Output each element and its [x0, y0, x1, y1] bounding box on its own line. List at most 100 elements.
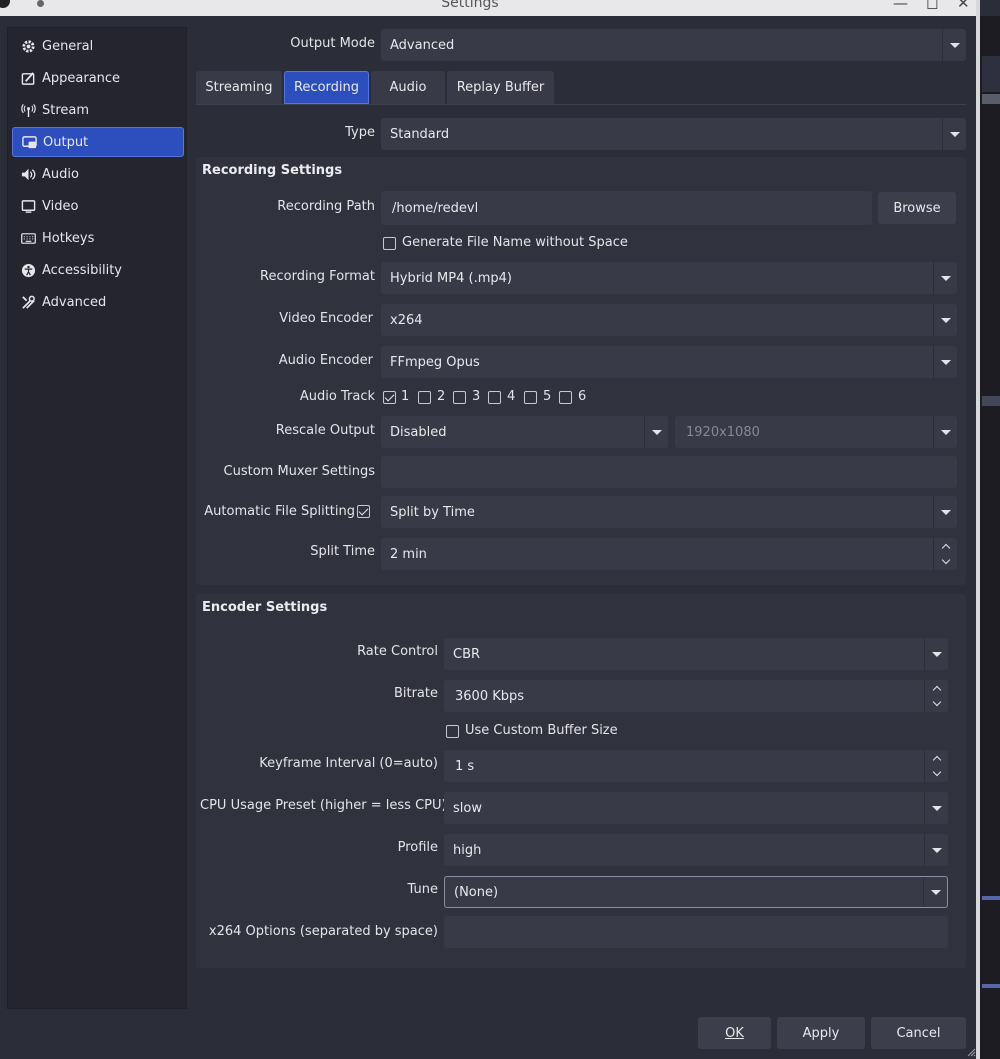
- recording-format-select[interactable]: Hybrid MP4 (.mp4): [381, 262, 957, 294]
- split-time-spinbox[interactable]: 2 min: [381, 538, 957, 570]
- generate-filename-label: Generate File Name without Space: [402, 235, 628, 250]
- audio-track-5-checkbox[interactable]: [524, 391, 537, 404]
- rescale-output-select[interactable]: Disabled: [381, 416, 668, 448]
- chevron-down-icon: [942, 29, 966, 61]
- chevron-down-icon: [924, 792, 948, 824]
- sidebar-item-stream[interactable]: Stream: [12, 95, 184, 125]
- chevron-down-icon: [933, 496, 957, 528]
- chevron-down-icon: [933, 262, 957, 294]
- audio-track-3-checkbox[interactable]: [453, 391, 466, 404]
- type-label: Type: [345, 125, 375, 140]
- tab-divider: [196, 104, 966, 105]
- recording-format-value: Hybrid MP4 (.mp4): [390, 270, 512, 286]
- bitrate-value: 3600 Kbps: [455, 688, 525, 704]
- split-mode-value: Split by Time: [390, 504, 475, 520]
- generate-filename-checkbox[interactable]: [383, 237, 396, 250]
- chevron-down-icon: [924, 638, 948, 670]
- bitrate-label: Bitrate: [393, 686, 438, 701]
- chevron-up-icon[interactable]: [934, 538, 957, 554]
- audio-track-2-checkbox[interactable]: [418, 391, 431, 404]
- apply-button[interactable]: Apply: [777, 1017, 865, 1049]
- file-splitting-checkbox[interactable]: [357, 505, 370, 518]
- profile-value: high: [453, 842, 482, 858]
- speaker-icon: [20, 166, 36, 182]
- profile-select[interactable]: high: [444, 834, 948, 866]
- tools-icon: [20, 294, 36, 310]
- cpu-preset-select[interactable]: slow: [444, 792, 948, 824]
- bitrate-spinbox[interactable]: 3600 Kbps: [444, 680, 948, 712]
- appearance-icon: [20, 70, 36, 86]
- cancel-button[interactable]: Cancel: [871, 1017, 966, 1049]
- tune-select[interactable]: (None): [444, 876, 948, 908]
- audio-track-6-checkbox[interactable]: [559, 391, 572, 404]
- output-mode-select[interactable]: Advanced: [381, 29, 966, 61]
- close-icon[interactable]: ✕: [957, 0, 970, 12]
- output-mode-label: Output Mode: [290, 36, 375, 51]
- audio-track-4-checkbox[interactable]: [488, 391, 501, 404]
- resize-grip-icon[interactable]: [966, 1047, 976, 1057]
- audio-track-label: Audio Track: [299, 389, 375, 404]
- sidebar-item-advanced[interactable]: Advanced: [12, 287, 184, 317]
- audio-encoder-select[interactable]: FFmpeg Opus: [381, 346, 957, 378]
- chevron-down-icon: [933, 416, 957, 448]
- chevron-up-icon[interactable]: [925, 750, 948, 766]
- type-select[interactable]: Standard: [381, 118, 966, 150]
- recording-format-label: Recording Format: [260, 269, 375, 284]
- custom-buffer-checkbox[interactable]: [446, 725, 459, 738]
- chevron-down-icon: [923, 877, 947, 907]
- audio-track-1-label: 1: [401, 389, 410, 404]
- rate-control-label: Rate Control: [357, 644, 438, 659]
- video-encoder-select[interactable]: x264: [381, 304, 957, 336]
- rescale-resolution-value: 1920x1080: [686, 424, 760, 440]
- sidebar-item-video[interactable]: Video: [12, 191, 184, 221]
- chevron-down-icon[interactable]: [925, 696, 948, 712]
- keyframe-interval-value: 1 s: [455, 758, 475, 774]
- audio-track-4-label: 4: [507, 389, 516, 404]
- accessibility-icon: [20, 262, 36, 278]
- x264-options-input[interactable]: [444, 916, 948, 948]
- rescale-resolution-select: 1920x1080: [675, 416, 957, 448]
- sidebar-item-accessibility[interactable]: Accessibility: [12, 255, 184, 285]
- rate-control-select[interactable]: CBR: [444, 638, 948, 670]
- antenna-icon: [20, 102, 36, 118]
- keyframe-interval-spinbox[interactable]: 1 s: [444, 750, 948, 782]
- video-encoder-value: x264: [390, 312, 423, 328]
- chevron-down-icon[interactable]: [934, 554, 957, 570]
- chevron-up-icon[interactable]: [925, 680, 948, 696]
- split-mode-select[interactable]: Split by Time: [381, 496, 957, 528]
- x264-options-label: x264 Options (separated by space): [208, 924, 438, 939]
- tune-value: (None): [454, 884, 499, 900]
- chevron-down-icon[interactable]: [925, 766, 948, 782]
- ok-button[interactable]: OK: [698, 1017, 771, 1049]
- audio-encoder-value: FFmpeg Opus: [390, 354, 480, 370]
- sidebar-item-output[interactable]: Output: [12, 127, 184, 157]
- window-menu-icon[interactable]: [37, 0, 44, 7]
- sidebar-item-label: Video: [42, 198, 79, 214]
- sidebar-item-hotkeys[interactable]: Hotkeys: [12, 223, 184, 253]
- rescale-output-value: Disabled: [390, 424, 447, 440]
- browse-button[interactable]: Browse: [878, 192, 956, 224]
- maximize-icon[interactable]: ◻: [926, 0, 938, 12]
- tab-replay-buffer[interactable]: Replay Buffer: [447, 71, 554, 104]
- tab-streaming[interactable]: Streaming: [196, 71, 282, 104]
- audio-track-6-label: 6: [578, 389, 587, 404]
- chevron-down-icon: [933, 346, 957, 378]
- tab-audio[interactable]: Audio: [371, 71, 445, 104]
- type-value: Standard: [390, 126, 450, 142]
- split-time-value: 2 min: [390, 546, 427, 562]
- sidebar-item-audio[interactable]: Audio: [12, 159, 184, 189]
- recording-path-input[interactable]: /home/redevl: [381, 191, 872, 225]
- minimize-icon[interactable]: —: [893, 0, 908, 12]
- recording-settings-title: Recording Settings: [202, 163, 343, 178]
- sidebar-item-appearance[interactable]: Appearance: [12, 63, 184, 93]
- custom-muxer-label: Custom Muxer Settings: [223, 464, 375, 479]
- audio-track-1-checkbox[interactable]: [383, 391, 396, 404]
- profile-label: Profile: [397, 840, 438, 855]
- tab-recording[interactable]: Recording: [284, 71, 369, 104]
- sidebar-item-label: Hotkeys: [42, 230, 95, 246]
- output-icon: [21, 134, 37, 150]
- custom-muxer-input[interactable]: [381, 456, 957, 488]
- sidebar-item-general[interactable]: General: [12, 31, 184, 61]
- chevron-down-icon: [933, 304, 957, 336]
- video-encoder-label: Video Encoder: [279, 311, 373, 326]
